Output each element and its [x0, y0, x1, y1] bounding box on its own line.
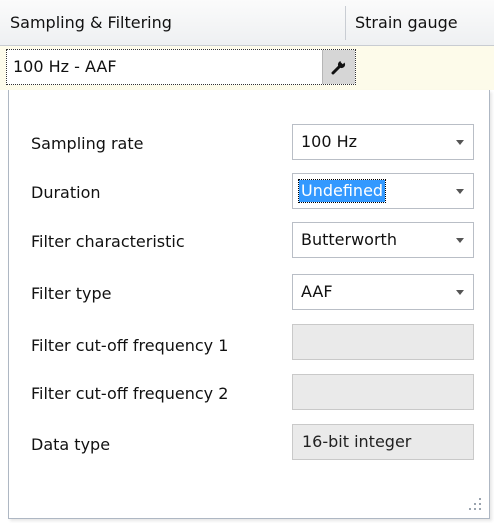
duration-label: Duration: [31, 183, 101, 202]
filter-type-value: AAF: [301, 282, 333, 301]
data-type-label: Data type: [31, 435, 111, 454]
filter-cutoff-1-label: Filter cut-off frequency 1: [31, 336, 229, 355]
filter-cutoff-2-label: Filter cut-off frequency 2: [31, 384, 229, 403]
filter-type-dropdown[interactable]: AAF: [292, 274, 474, 310]
chevron-down-icon: [456, 140, 464, 145]
column-header-strain-gauge[interactable]: Strain gauge: [355, 0, 458, 45]
wrench-icon: [331, 59, 346, 75]
filter-characteristic-value: Butterworth: [301, 230, 397, 249]
column-header-sampling-filtering[interactable]: Sampling & Filtering: [10, 0, 172, 45]
sampling-rate-dropdown[interactable]: 100 Hz: [292, 124, 474, 160]
filter-cutoff-1-field: [292, 324, 474, 360]
chevron-down-icon: [456, 238, 464, 243]
duration-dropdown[interactable]: Undefined: [292, 173, 474, 209]
data-type-value: 16-bit integer: [302, 432, 412, 451]
sampling-rate-value: 100 Hz: [301, 132, 358, 151]
resize-grip-icon[interactable]: [469, 498, 481, 510]
filter-characteristic-label: Filter characteristic: [31, 232, 185, 251]
duration-value: Undefined: [297, 179, 387, 203]
column-header-bar: Sampling & Filtering Strain gauge: [0, 0, 494, 46]
chevron-down-icon: [456, 189, 464, 194]
settings-panel: Sampling rate 100 Hz Duration Undefined …: [8, 90, 490, 519]
preset-value: 100 Hz - AAF: [13, 57, 117, 76]
filter-type-label: Filter type: [31, 284, 112, 303]
preset-row: 100 Hz - AAF: [0, 46, 494, 90]
data-type-field: 16-bit integer: [292, 424, 474, 460]
filter-characteristic-dropdown[interactable]: Butterworth: [292, 222, 474, 258]
wrench-button[interactable]: [322, 50, 355, 84]
column-divider[interactable]: [345, 6, 346, 40]
chevron-down-icon: [456, 290, 464, 295]
preset-combo[interactable]: 100 Hz - AAF: [6, 49, 356, 85]
filter-cutoff-2-field: [292, 374, 474, 410]
sampling-rate-label: Sampling rate: [31, 134, 144, 153]
